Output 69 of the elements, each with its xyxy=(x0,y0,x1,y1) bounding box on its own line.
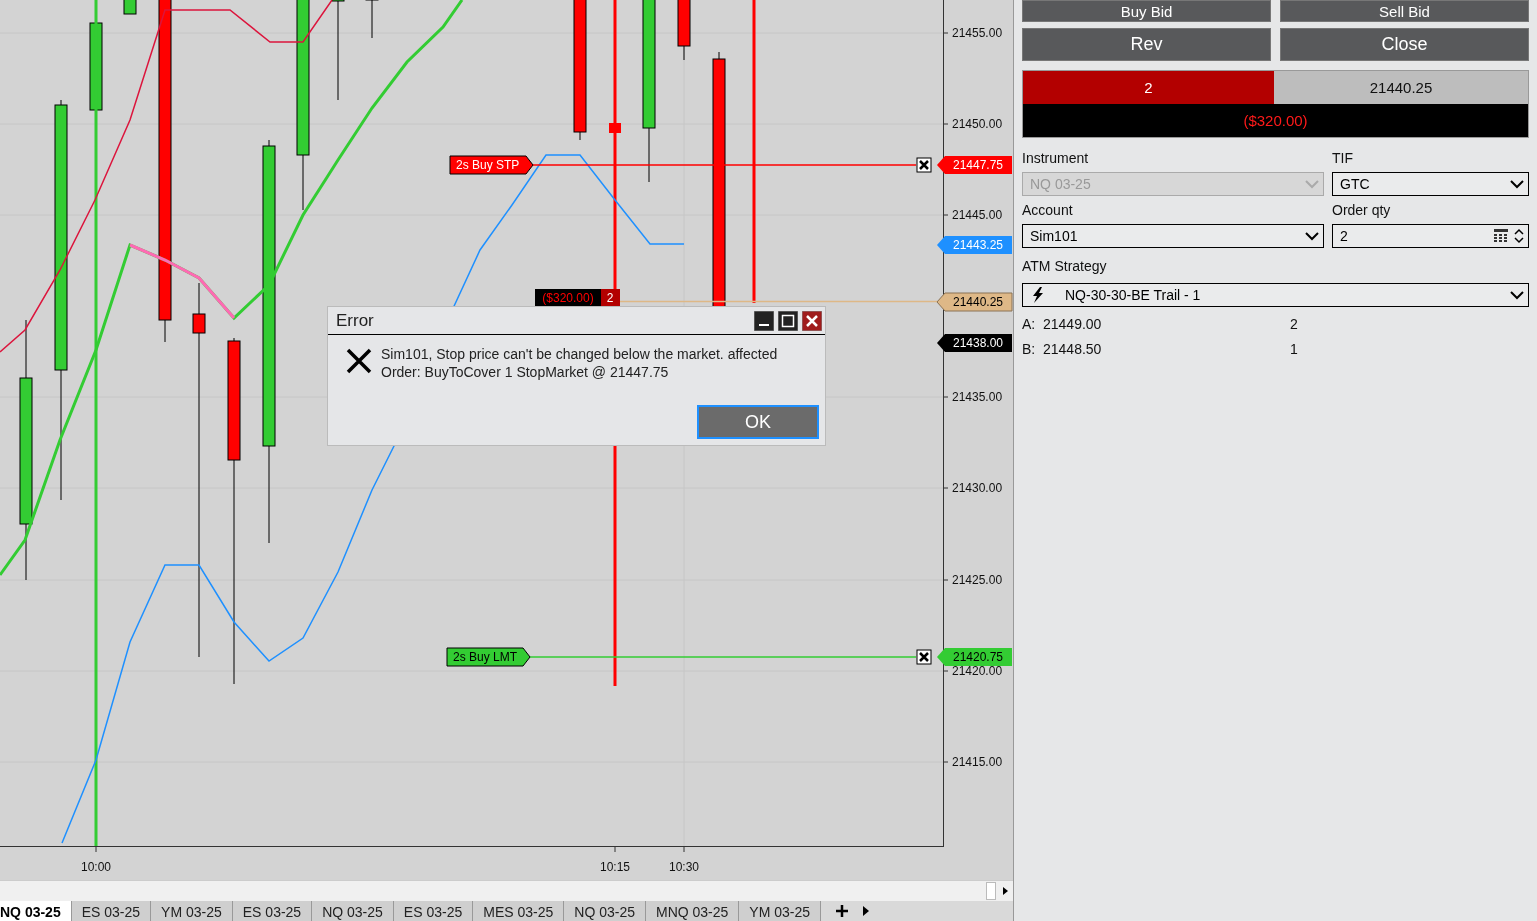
ok-button[interactable]: OK xyxy=(697,405,819,439)
minimize-icon[interactable] xyxy=(754,310,774,331)
instrument-tab[interactable]: MES 03-25 xyxy=(473,900,565,921)
order-button[interactable]: Sell Bid xyxy=(1280,0,1529,22)
lightning-icon xyxy=(1031,287,1045,303)
price-axis-label: 21435.00 xyxy=(943,390,1003,404)
order-label[interactable]: 2s Buy LMT xyxy=(446,647,531,667)
time-axis-label: 10:30 xyxy=(669,846,699,874)
field-label: Account xyxy=(1022,202,1074,218)
chevron-down-icon xyxy=(1305,231,1319,241)
horizontal-scrollbar[interactable] xyxy=(0,880,1013,901)
position-quantity: 2 xyxy=(1023,71,1274,104)
dialog-title: Error xyxy=(336,310,374,331)
candlestick xyxy=(123,0,137,15)
chevron-down-icon xyxy=(1510,290,1524,300)
quote-price: 21448.50 xyxy=(1043,341,1103,357)
price-axis-label: 21430.00 xyxy=(943,481,1003,495)
price-axis-label: 21450.00 xyxy=(943,117,1003,131)
add-tab-icon[interactable] xyxy=(835,903,850,918)
quote-size: 1 xyxy=(1290,341,1299,357)
time-axis-label: 10:15 xyxy=(600,846,630,874)
quote-label: A: xyxy=(1022,316,1037,332)
candlestick xyxy=(365,0,379,39)
price-axis-label: 21455.00 xyxy=(943,26,1003,40)
dropdown-field[interactable]: Sim101 xyxy=(1022,224,1324,248)
quote-label: B: xyxy=(1022,341,1037,357)
price-tag: 21440.25 xyxy=(936,292,1013,312)
calculator-icon[interactable] xyxy=(1494,229,1508,243)
quote-size: 2 xyxy=(1290,316,1299,332)
maximize-icon[interactable] xyxy=(778,310,798,331)
price-tag: 21443.25 xyxy=(937,236,1012,254)
instrument-tab[interactable]: YM 03-25 xyxy=(739,900,822,921)
price-axis-label: 21415.00 xyxy=(943,755,1003,769)
quantity-field[interactable]: 2 xyxy=(1332,224,1529,248)
quote-price: 21449.00 xyxy=(1043,316,1103,332)
order-button[interactable]: Rev xyxy=(1022,28,1271,61)
instrument-tab[interactable]: NQ 03-25 xyxy=(312,900,394,921)
dropdown-field[interactable]: GTC xyxy=(1332,172,1529,196)
order-button[interactable]: Buy Bid xyxy=(1022,0,1271,22)
cancel-order-icon[interactable] xyxy=(916,649,932,665)
spinner-icon[interactable] xyxy=(1514,228,1524,244)
order-label[interactable]: 2s Buy STP xyxy=(449,155,534,175)
field-label: Instrument xyxy=(1022,150,1090,166)
price-tag: 21447.75 xyxy=(937,156,1012,174)
error-message: Sim101, Stop price can't be changed below the market. affected Order: BuyToCover 1 StopMarket @ 21447.75 xyxy=(381,345,779,381)
chevron-down-icon xyxy=(1305,179,1319,189)
chevron-down-icon xyxy=(1510,179,1524,189)
candlestick xyxy=(677,0,691,61)
instrument-tab[interactable]: NQ 03-25 xyxy=(564,900,646,921)
field-label: ATM Strategy xyxy=(1022,258,1108,274)
scrollbar-thumb[interactable] xyxy=(986,881,996,900)
price-axis-label: 21425.00 xyxy=(943,573,1003,587)
instrument-tab[interactable]: NQ 03-25 xyxy=(0,900,72,921)
order-button[interactable]: Close xyxy=(1280,28,1529,61)
price-axis-label: 21420.00 xyxy=(943,664,1003,678)
price-tag: 21438.00 xyxy=(937,334,1012,352)
error-icon xyxy=(345,347,373,375)
scroll-right-icon[interactable] xyxy=(1000,885,1010,896)
close-icon[interactable] xyxy=(802,310,822,331)
field-label: Order qty xyxy=(1332,202,1392,218)
field-label: TIF xyxy=(1332,150,1354,166)
price-tag: 21420.75 xyxy=(937,648,1012,666)
cancel-order-icon[interactable] xyxy=(916,157,932,173)
instrument-tab[interactable]: YM 03-25 xyxy=(151,900,233,921)
profit-loss: ($320.00) xyxy=(1023,104,1528,137)
price-axis-label: 21445.00 xyxy=(943,208,1003,222)
average-price: 21440.25 xyxy=(1274,71,1528,104)
time-axis-label: 10:00 xyxy=(81,846,111,874)
dropdown-field[interactable]: NQ-30-30-BE Trail - 1 xyxy=(1022,283,1529,307)
